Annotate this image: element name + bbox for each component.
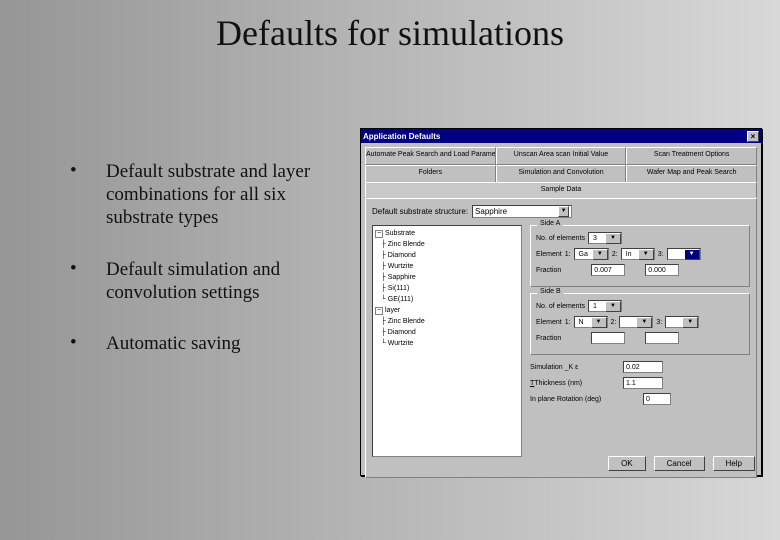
tab-sim-conv[interactable]: Simulation and Convolution — [496, 165, 627, 183]
chevron-down-icon: ▼ — [605, 301, 621, 312]
tab-strip: Automate Peak Search and Load Parameters… — [365, 147, 757, 183]
rotation-label: In plane Rotation (deg) — [530, 396, 640, 403]
tree-node[interactable]: ├ Diamond — [375, 250, 519, 261]
element-a-label: Element — [536, 251, 562, 258]
sim-k-input[interactable]: 0.02 — [623, 361, 663, 373]
thickness-input[interactable]: 1.1 — [623, 377, 663, 389]
chevron-down-icon: ▼ — [605, 233, 621, 244]
fraction-a-label: Fraction — [536, 267, 561, 274]
fraction-b-label: Fraction — [536, 335, 561, 342]
tree-node[interactable]: └ GE(111) — [375, 294, 519, 305]
tab-sample-data[interactable]: Sample Data — [365, 182, 757, 198]
tree-node[interactable]: ├ Sapphire — [375, 272, 519, 283]
tab-auto-peak[interactable]: Automate Peak Search and Load Parameters — [365, 147, 496, 165]
element-a2-combo[interactable]: In▼ — [621, 248, 655, 260]
element-b2-combo[interactable]: ▼ — [619, 316, 653, 328]
cancel-button[interactable]: Cancel — [654, 456, 705, 471]
slide-title: Defaults for simulations — [0, 0, 780, 54]
bullet-item: •Automatic saving — [70, 332, 340, 355]
chevron-down-icon: ▼ — [682, 317, 698, 328]
tree-node[interactable]: ├ Diamond — [375, 327, 519, 338]
num-elements-a-combo[interactable]: 3▼ — [588, 232, 622, 244]
tab-folders[interactable]: Folders — [365, 165, 496, 183]
element-b3-combo[interactable]: ▼ — [665, 316, 699, 328]
tree-node[interactable]: ├ Wurtzite — [375, 261, 519, 272]
fraction-b1-input[interactable] — [591, 332, 625, 344]
substrate-combo[interactable]: Sapphire ▼ — [472, 205, 572, 218]
tab-scan-treatment[interactable]: Scan Treatment Options — [626, 147, 757, 165]
sample-data-panel: Default substrate structure: Sapphire ▼ … — [365, 198, 757, 478]
tree-node-layer[interactable]: −layer — [375, 305, 519, 316]
collapse-icon[interactable]: − — [375, 307, 383, 315]
thickness-label: TThickness (nm) — [530, 380, 620, 387]
collapse-icon[interactable]: − — [375, 230, 383, 238]
side-b-group: Side B No. of elements 1▼ Element 1: N▼ … — [530, 293, 750, 355]
bullet-item: •Default simulation and convolution sett… — [70, 258, 340, 304]
help-button[interactable]: Help — [713, 456, 755, 471]
chevron-down-icon: ▼ — [592, 249, 608, 260]
element-a3-combo[interactable]: ▼ — [667, 248, 701, 260]
chevron-down-icon: ▼ — [558, 206, 569, 217]
side-a-group: Side A No. of elements 3▼ Element 1: Ga▼… — [530, 225, 750, 287]
num-elements-b-combo[interactable]: 1▼ — [588, 300, 622, 312]
ok-button[interactable]: OK — [608, 456, 646, 471]
structure-tree[interactable]: −Substrate ├ Zinc Blende ├ Diamond ├ Wur… — [372, 225, 522, 457]
element-b-label: Element — [536, 319, 562, 326]
app-defaults-window: Application Defaults × Automate Peak Sea… — [360, 128, 762, 476]
sim-k-label: Simulation _K ε — [530, 364, 620, 371]
chevron-down-icon: ▼ — [636, 317, 652, 328]
tree-node[interactable]: ├ Si(111) — [375, 283, 519, 294]
fraction-a2-input[interactable]: 0.000 — [645, 264, 679, 276]
window-title: Application Defaults — [363, 132, 440, 141]
substrate-label: Default substrate structure: — [372, 207, 468, 216]
element-b1-combo[interactable]: N▼ — [574, 316, 608, 328]
tree-node-substrate[interactable]: −Substrate — [375, 228, 519, 239]
tree-node[interactable]: ├ Zinc Blende — [375, 239, 519, 250]
chevron-down-icon: ▼ — [591, 317, 607, 328]
titlebar[interactable]: Application Defaults × — [361, 129, 761, 143]
tree-node[interactable]: └ Wurtzite — [375, 338, 519, 349]
fraction-b2-input[interactable] — [645, 332, 679, 344]
num-elements-a-label: No. of elements — [536, 235, 585, 242]
side-a-title: Side A — [537, 220, 563, 227]
close-icon[interactable]: × — [747, 131, 759, 142]
bullet-item: •Default substrate and layer combination… — [70, 160, 340, 230]
tab-wafer-map[interactable]: Wafer Map and Peak Search — [626, 165, 757, 183]
num-elements-b-label: No. of elements — [536, 303, 585, 310]
chevron-down-icon: ▼ — [638, 249, 654, 260]
side-b-title: Side B — [537, 288, 564, 295]
fraction-a1-input[interactable]: 0.007 — [591, 264, 625, 276]
bullet-list: •Default substrate and layer combination… — [70, 160, 340, 383]
element-a1-combo[interactable]: Ga▼ — [574, 248, 609, 260]
chevron-down-icon: ▼ — [684, 249, 700, 260]
tab-unscan[interactable]: Unscan Area scan Initial Value — [496, 147, 627, 165]
rotation-input[interactable]: 0 — [643, 393, 671, 405]
tree-node[interactable]: ├ Zinc Blende — [375, 316, 519, 327]
dialog-buttons: OK Cancel Help — [608, 456, 755, 471]
